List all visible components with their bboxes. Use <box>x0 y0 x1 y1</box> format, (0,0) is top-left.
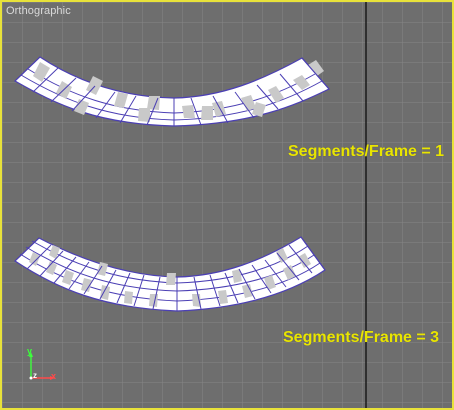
axis-z-label: z <box>33 371 37 380</box>
orthographic-viewport[interactable]: Orthographic Segments/Frame = 1 Segments… <box>0 0 454 410</box>
segments-frame-3-label: Segments/Frame = 3 <box>283 329 440 346</box>
segments-frame-1-label: Segments/Frame = 1 <box>288 143 445 160</box>
axis-x-label: x <box>51 371 57 381</box>
viewport-grid-and-meshes <box>2 2 452 408</box>
axis-gizmo: y z x <box>23 346 63 387</box>
axis-y-label: y <box>27 346 33 356</box>
viewport-title[interactable]: Orthographic <box>6 5 71 17</box>
viewport-grid <box>2 2 452 408</box>
